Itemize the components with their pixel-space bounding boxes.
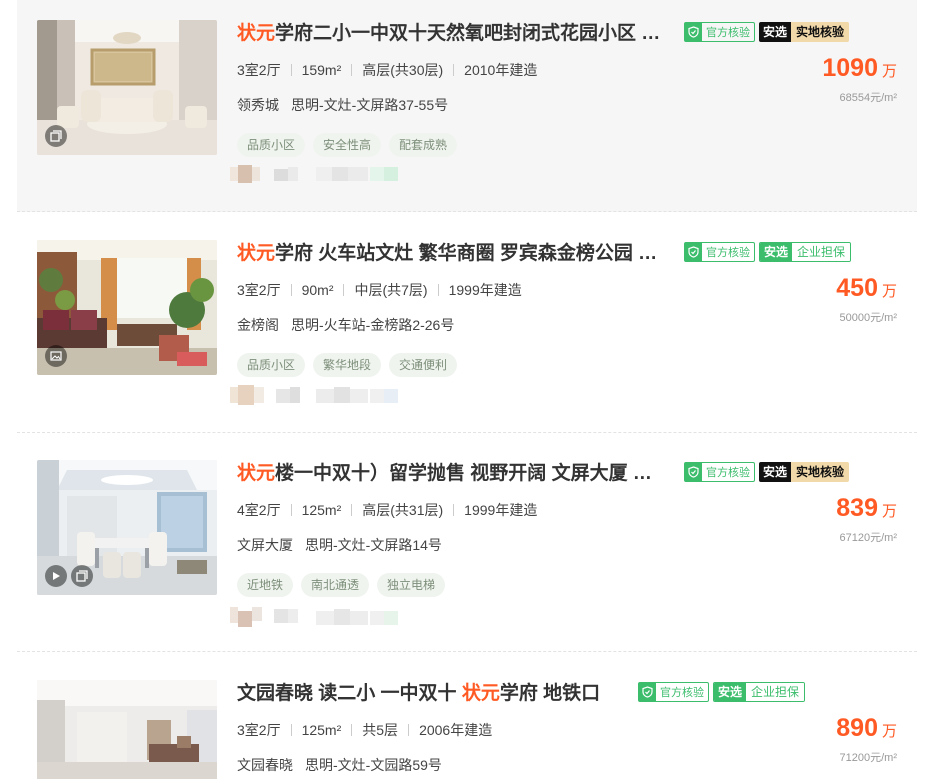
official-verify-badge: 官方核验 bbox=[684, 462, 755, 482]
total-price: 1090 万 bbox=[822, 54, 897, 82]
district-address: 思明-火车站-金榜路2-26号 bbox=[291, 317, 455, 333]
tag: 配套成熟 bbox=[389, 133, 458, 157]
listing-badges: 官方核验 安选 实地核验 bbox=[684, 22, 850, 42]
listing-title[interactable]: 状元楼一中双十）留学抛售 视野开阔 文屏大厦 精装修 bbox=[237, 462, 667, 486]
listing-specs: 4室2厅 125m² 高层(共31层) 1999年建造 bbox=[237, 500, 537, 520]
unit-price: 50000元/m² bbox=[839, 312, 897, 324]
listing-thumbnail[interactable] bbox=[37, 680, 217, 779]
listing-divider bbox=[17, 651, 917, 652]
tag: 繁华地段 bbox=[313, 353, 382, 377]
official-verify-badge: 官方核验 bbox=[684, 242, 755, 262]
unit-price: 68554元/m² bbox=[839, 92, 897, 104]
anxuan-badge: 安选 实地核验 bbox=[759, 462, 850, 482]
total-price: 839 万 bbox=[836, 494, 897, 522]
tag: 南北通透 bbox=[301, 573, 370, 597]
listing-title[interactable]: 状元学府二小一中双十天然氧吧封闭式花园小区 业主诚心出售 bbox=[237, 22, 667, 46]
listing-badges: 官方核验 安选 实地核验 bbox=[684, 462, 850, 482]
listing-badges: 官方核验 安选 企业担保 bbox=[638, 682, 806, 702]
listing-address: 文园春晓 思明-文灶-文园路59号 bbox=[237, 755, 454, 775]
listing-address: 领秀城 思明-文灶-文屏路37-55号 bbox=[237, 95, 460, 115]
floor-area: 125m² bbox=[301, 722, 342, 738]
anxuan-badge: 安选 实地核验 bbox=[759, 22, 850, 42]
shield-check-icon bbox=[639, 683, 656, 701]
district-address: 思明-文灶-文屏路14号 bbox=[305, 537, 442, 553]
community-name[interactable]: 文屏大厦 bbox=[237, 537, 293, 553]
shield-check-icon bbox=[685, 463, 702, 481]
listing-title[interactable]: 状元学府 火车站文灶 繁华商圈 罗宾森金榜公园 业主自住 bbox=[237, 242, 667, 266]
album-icon bbox=[45, 125, 67, 147]
floor-area: 159m² bbox=[301, 62, 342, 78]
living-room-photo bbox=[37, 680, 217, 779]
listing-title[interactable]: 文园春晓 读二小 一中双十 状元学府 地铁口 bbox=[237, 682, 637, 706]
listing-thumbnail[interactable] bbox=[37, 240, 217, 375]
tag: 近地铁 bbox=[237, 573, 294, 597]
unit-price: 67120元/m² bbox=[839, 532, 897, 544]
tag: 品质小区 bbox=[237, 133, 306, 157]
image-icon bbox=[45, 345, 67, 367]
district-address: 思明-文灶-文屏路37-55号 bbox=[291, 97, 449, 113]
video-icon bbox=[45, 565, 67, 587]
floor-level: 共5层 bbox=[362, 722, 399, 738]
listing-specs: 3室2厅 90m² 中层(共7层) 1999年建造 bbox=[237, 280, 522, 300]
tag: 独立电梯 bbox=[377, 573, 446, 597]
floor-level: 中层(共7层) bbox=[354, 282, 428, 298]
listing-address: 文屏大厦 思明-文灶-文屏路14号 bbox=[237, 535, 454, 555]
community-name[interactable]: 金榜阁 bbox=[237, 317, 279, 333]
community-name[interactable]: 领秀城 bbox=[237, 97, 279, 113]
anxuan-badge: 安选 企业担保 bbox=[713, 682, 806, 702]
room-layout: 4室2厅 bbox=[237, 502, 281, 518]
tag: 品质小区 bbox=[237, 353, 306, 377]
room-layout: 3室2厅 bbox=[237, 722, 281, 738]
listing-tags: 品质小区 繁华地段 交通便利 bbox=[237, 353, 458, 377]
agent-info-blurred bbox=[230, 603, 400, 633]
listing-card[interactable]: 状元学府二小一中双十天然氧吧封闭式花园小区 业主诚心出售 官方核验 安选实地核验… bbox=[17, 0, 917, 212]
listing-address: 金榜阁 思明-火车站-金榜路2-26号 bbox=[237, 315, 466, 335]
build-year: 2010年建造 bbox=[464, 62, 538, 78]
agent-info-blurred bbox=[230, 383, 400, 407]
room-layout: 3室2厅 bbox=[237, 282, 281, 298]
unit-price: 71200元/m² bbox=[839, 752, 897, 764]
album-icon bbox=[71, 565, 93, 587]
listing-card[interactable]: 文园春晓 读二小 一中双十 状元学府 地铁口 官方核验 安选 企业担保 3室2厅 … bbox=[17, 660, 917, 779]
agent-info-blurred bbox=[230, 163, 400, 185]
listing-card[interactable]: 状元楼一中双十）留学抛售 视野开阔 文屏大厦 精装修 官方核验 安选 实地核验 4… bbox=[17, 440, 917, 652]
shield-check-icon bbox=[685, 243, 702, 261]
listing-tags: 品质小区 安全性高 配套成熟 bbox=[237, 133, 458, 157]
listing-tags: 近地铁 南北通透 独立电梯 bbox=[237, 573, 446, 597]
district-address: 思明-文灶-文园路59号 bbox=[305, 757, 442, 773]
shield-check-icon bbox=[685, 23, 702, 41]
floor-level: 高层(共31层) bbox=[362, 502, 444, 518]
floor-area: 125m² bbox=[301, 502, 342, 518]
total-price: 890 万 bbox=[836, 714, 897, 742]
listing-specs: 3室2厅 125m² 共5层 2006年建造 bbox=[237, 720, 492, 740]
build-year: 2006年建造 bbox=[419, 722, 493, 738]
official-verify-badge: 官方核验 bbox=[684, 22, 755, 42]
floor-area: 90m² bbox=[301, 282, 334, 298]
floor-level: 高层(共30层) bbox=[362, 62, 444, 78]
listing-thumbnail[interactable] bbox=[37, 20, 217, 155]
listing-specs: 3室2厅 159m² 高层(共30层) 2010年建造 bbox=[237, 60, 537, 80]
build-year: 1999年建造 bbox=[448, 282, 522, 298]
room-layout: 3室2厅 bbox=[237, 62, 281, 78]
tag: 安全性高 bbox=[313, 133, 382, 157]
tag: 交通便利 bbox=[389, 353, 458, 377]
build-year: 1999年建造 bbox=[464, 502, 538, 518]
listing-badges: 官方核验 安选 企业担保 bbox=[684, 242, 852, 262]
listing-thumbnail[interactable] bbox=[37, 460, 217, 595]
listing-divider bbox=[17, 211, 917, 212]
listing-card[interactable]: 状元学府 火车站文灶 繁华商圈 罗宾森金榜公园 业主自住 官方核验 安选企业担保… bbox=[17, 220, 917, 433]
anxuan-badge: 安选 企业担保 bbox=[759, 242, 852, 262]
community-name[interactable]: 文园春晓 bbox=[237, 757, 293, 773]
listing-divider bbox=[17, 432, 917, 433]
total-price: 450 万 bbox=[836, 274, 897, 302]
official-verify-badge: 官方核验 bbox=[638, 682, 709, 702]
